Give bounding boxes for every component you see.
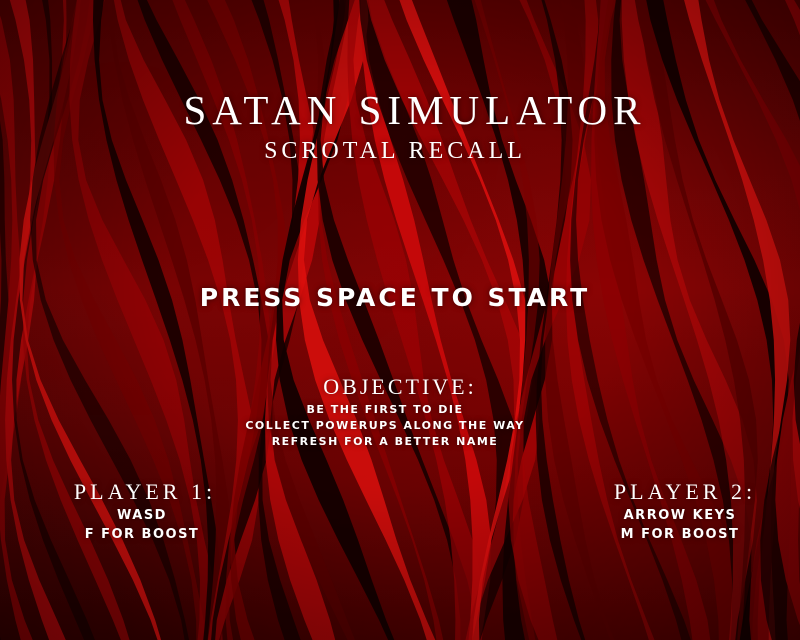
objective-heading: OBJECTIVE: [323, 374, 477, 399]
player-2-heading: PLAYER 2: [613, 479, 757, 504]
game-subtitle: SCROTAL RECALL [264, 138, 526, 164]
player-2-movement-controls: ARROW KEYS [623, 508, 737, 523]
title-screen[interactable]: SATAN SIMULATOR SCROTAL RECALL PRESS SPA… [0, 0, 800, 640]
player-1-movement-controls: WASD [117, 508, 167, 523]
press-start-prompt[interactable]: PRESS SPACE TO START [0, 283, 790, 312]
objective-line: BE THE FIRST TO DIE [306, 403, 464, 416]
objective-line: COLLECT POWERUPS ALONG THE WAY [245, 419, 525, 432]
objective-line: REFRESH FOR A BETTER NAME [271, 435, 499, 448]
player-1-boost-control: F FOR BOOST [84, 527, 200, 542]
player-2-boost-control: M FOR BOOST [620, 527, 740, 542]
game-title: SATAN SIMULATOR [183, 87, 647, 133]
player-1-heading: PLAYER 1: [73, 479, 217, 504]
